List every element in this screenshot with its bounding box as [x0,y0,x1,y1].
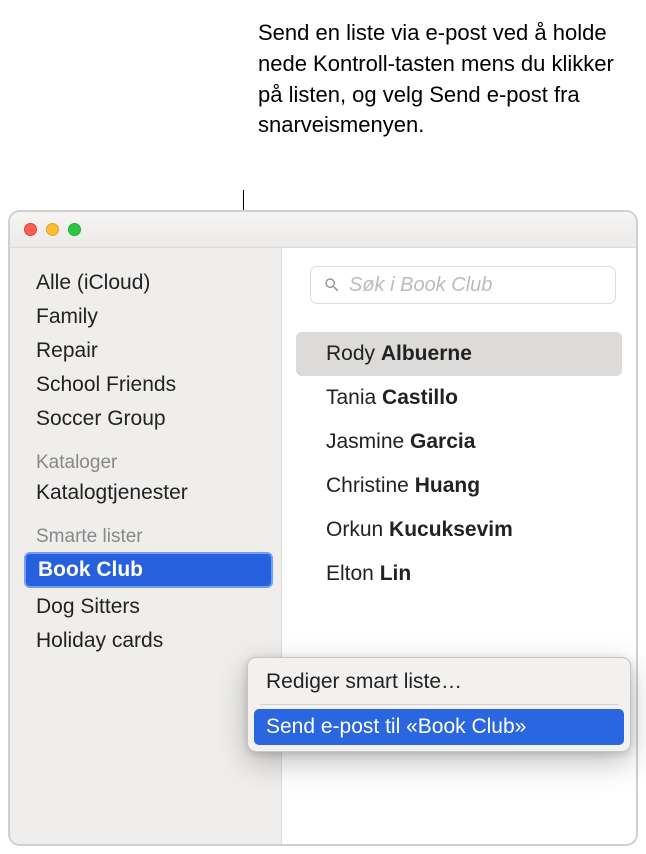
sidebar-item-holiday-cards[interactable]: Holiday cards [10,624,281,658]
contact-list: Rody AlbuerneTania CastilloJasmine Garci… [282,314,636,596]
search-container: Søk i Book Club [282,248,636,314]
contact-last-name: Kucuksevim [389,518,513,541]
contact-last-name: Albuerne [381,342,472,365]
contact-last-name: Garcia [410,430,475,453]
sidebar-item-repair[interactable]: Repair [10,334,281,368]
contact-last-name: Lin [380,562,412,585]
main-pane: Søk i Book Club Rody AlbuerneTania Casti… [282,248,636,844]
sidebar-item-soccer-group[interactable]: Soccer Group [10,402,281,436]
contact-row[interactable]: Rody Albuerne [296,332,622,376]
contact-first-name: Jasmine [326,430,410,453]
contact-row[interactable]: Christine Huang [296,464,622,508]
search-input[interactable]: Søk i Book Club [310,266,616,304]
menu-divider [260,704,618,705]
window-titlebar [10,212,636,248]
contact-row[interactable]: Elton Lin [296,552,622,596]
contact-first-name: Tania [326,386,382,409]
contact-last-name: Huang [415,474,480,497]
search-icon [323,276,341,294]
contact-first-name: Christine [326,474,415,497]
contact-row[interactable]: Tania Castillo [296,376,622,420]
context-menu: Rediger smart liste… Send e-post til «Boo… [247,657,631,752]
window-content: Alle (iCloud)FamilyRepairSchool FriendsS… [10,248,636,844]
context-menu-item[interactable]: Rediger smart liste… [254,664,624,700]
contact-row[interactable]: Jasmine Garcia [296,420,622,464]
fullscreen-icon[interactable] [68,223,81,236]
sidebar-item-school-friends[interactable]: School Friends [10,368,281,402]
annotation-text: Send en liste via e-post ved å holde ned… [258,18,628,141]
sidebar-item-dog-sitters[interactable]: Dog Sitters [10,590,281,624]
sidebar-item-directory-services[interactable]: Katalogtjenester [10,476,281,510]
contact-first-name: Orkun [326,518,389,541]
search-placeholder: Søk i Book Club [349,274,492,297]
sidebar-section-header: Smarte lister [10,510,281,550]
contact-row[interactable]: Orkun Kucuksevim [296,508,622,552]
sidebar: Alle (iCloud)FamilyRepairSchool FriendsS… [10,248,282,844]
contact-last-name: Castillo [382,386,458,409]
sidebar-section-header: Kataloger [10,436,281,476]
close-icon[interactable] [24,223,37,236]
context-menu-item[interactable]: Send e-post til «Book Club» [254,709,624,745]
contact-first-name: Elton [326,562,380,585]
sidebar-item-all-icloud[interactable]: Alle (iCloud) [10,266,281,300]
contact-first-name: Rody [326,342,381,365]
sidebar-item-book-club[interactable]: Book Club [24,552,273,588]
sidebar-item-family[interactable]: Family [10,300,281,334]
minimize-icon[interactable] [46,223,59,236]
